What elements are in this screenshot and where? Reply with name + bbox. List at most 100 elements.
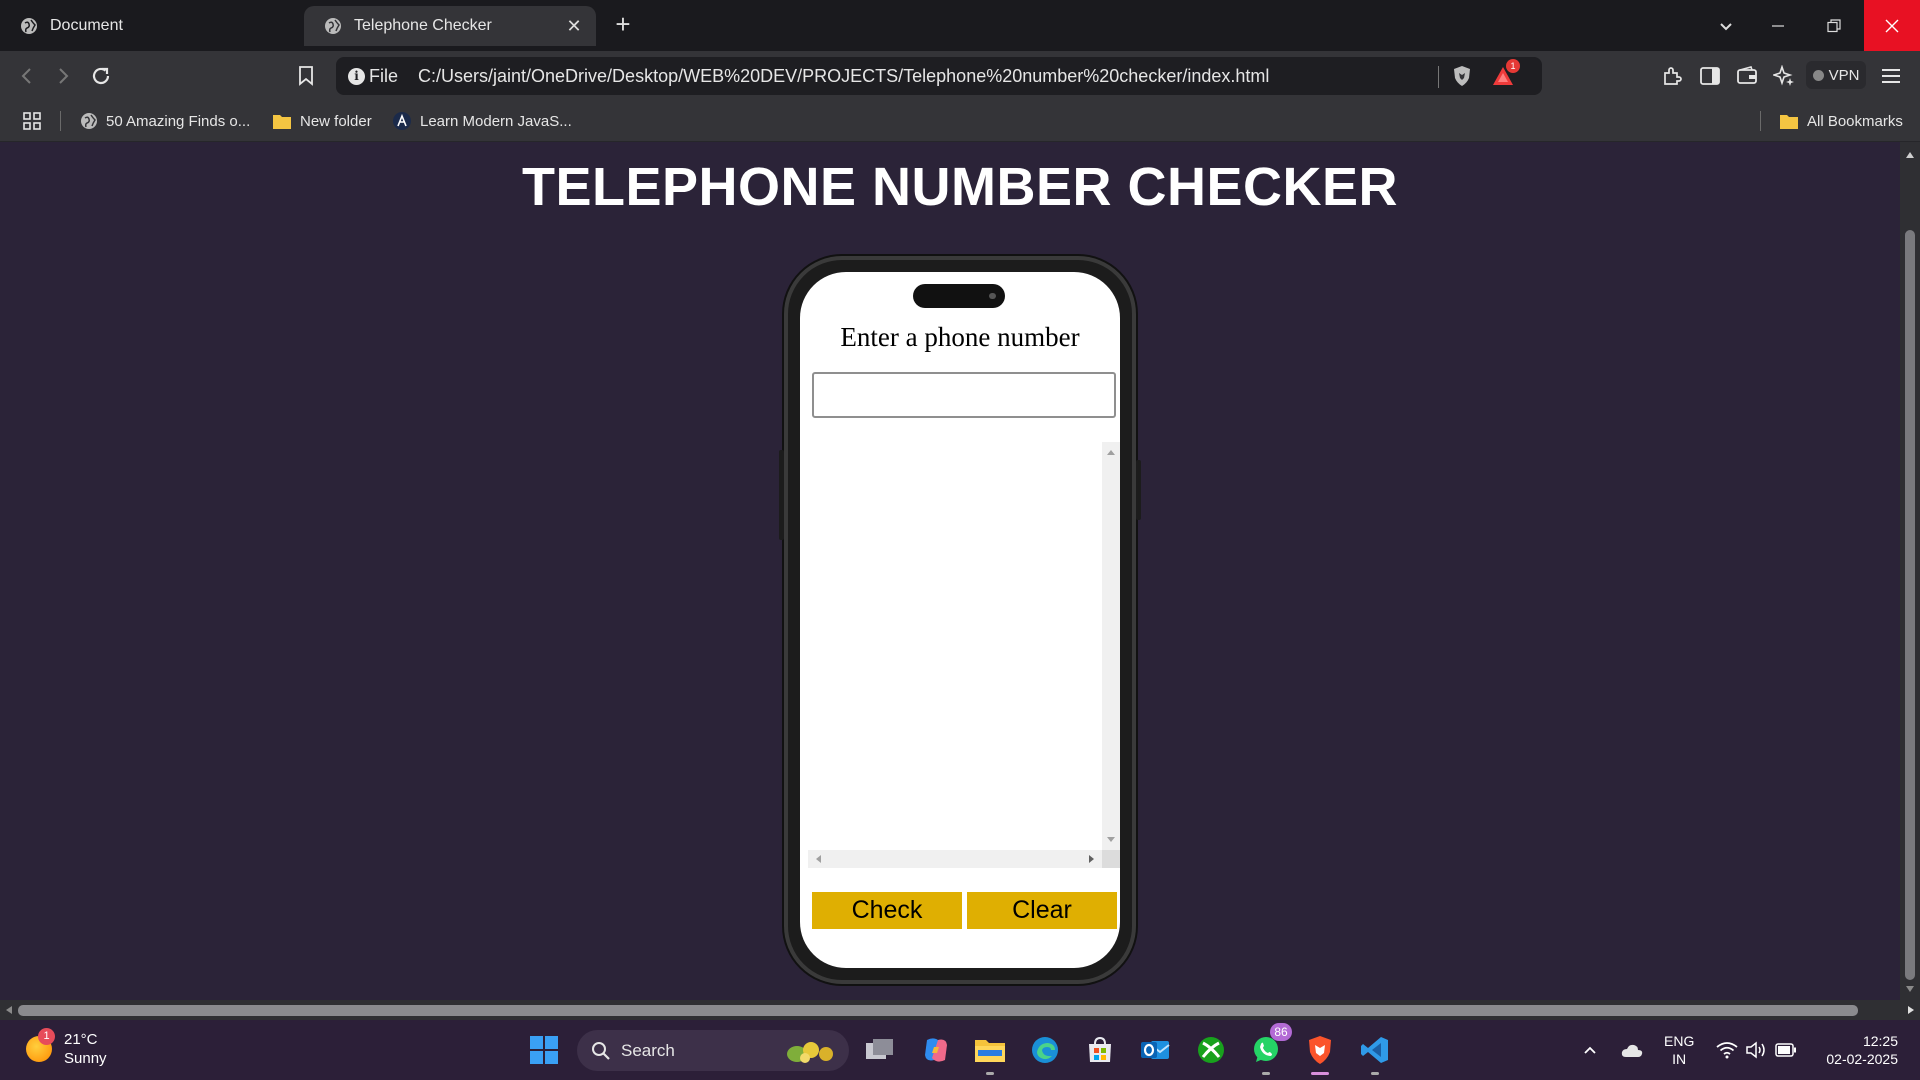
weather-badge: 1 xyxy=(38,1028,55,1045)
restore-button[interactable] xyxy=(1806,0,1862,51)
extensions-icon[interactable] xyxy=(1660,64,1684,88)
brave-shields-icon[interactable] xyxy=(1451,65,1473,87)
results-div[interactable] xyxy=(808,442,1120,868)
dynamic-island xyxy=(913,284,1005,308)
bookmark-label: Learn Modern JavaS... xyxy=(420,112,572,130)
scroll-thumb[interactable] xyxy=(1905,230,1915,980)
scroll-down-icon[interactable] xyxy=(1107,837,1115,842)
bookmark-label: New folder xyxy=(300,112,372,130)
edge-icon[interactable] xyxy=(1027,1032,1063,1068)
bookmark-label: 50 Amazing Finds o... xyxy=(106,112,251,130)
onedrive-icon[interactable] xyxy=(1620,1020,1644,1080)
site-icon xyxy=(393,112,411,130)
start-button[interactable] xyxy=(526,1032,562,1068)
weather-temp: 21°C xyxy=(64,1031,98,1048)
folder-icon xyxy=(273,114,291,129)
folder-icon xyxy=(1780,114,1798,129)
show-hidden-icons-chevron-icon[interactable] xyxy=(1582,1020,1598,1080)
vscode-icon[interactable] xyxy=(1357,1032,1393,1075)
check-button[interactable]: Check xyxy=(812,892,962,929)
language-indicator[interactable]: ENG IN xyxy=(1664,1020,1694,1080)
scroll-up-icon[interactable] xyxy=(1107,450,1115,455)
back-button[interactable] xyxy=(14,63,40,89)
outlook-icon[interactable] xyxy=(1137,1032,1173,1068)
menu-icon[interactable] xyxy=(1879,64,1903,88)
battery-icon[interactable] xyxy=(1775,1020,1797,1080)
wifi-icon[interactable] xyxy=(1716,1020,1738,1080)
scroll-left-icon[interactable] xyxy=(6,1006,12,1014)
phone-screen: Enter a phone number Check Clear xyxy=(800,272,1120,968)
wallet-icon[interactable] xyxy=(1735,64,1759,88)
page-vertical-scrollbar[interactable] xyxy=(1900,142,1920,1000)
xbox-icon[interactable] xyxy=(1193,1032,1229,1068)
results-horizontal-scrollbar[interactable] xyxy=(808,850,1102,868)
all-bookmarks[interactable]: All Bookmarks xyxy=(1779,109,1903,133)
whatsapp-icon[interactable]: 86 xyxy=(1248,1023,1292,1075)
microsoft-store-icon[interactable] xyxy=(1082,1032,1118,1068)
tab-search-chevron-icon[interactable] xyxy=(1698,0,1754,51)
page-horizontal-scrollbar[interactable] xyxy=(0,1000,1920,1020)
sidebar-icon[interactable] xyxy=(1698,64,1722,88)
address-bar[interactable]: i File C:/Users/jaint/OneDrive/Desktop/W… xyxy=(336,57,1542,95)
close-window-button[interactable] xyxy=(1864,0,1920,51)
search-label: Search xyxy=(621,1040,675,1060)
tab-telephone-checker[interactable]: Telephone Checker ✕ xyxy=(304,6,596,46)
url-text[interactable]: C:/Users/jaint/OneDrive/Desktop/WEB%20DE… xyxy=(418,66,1269,87)
globe-icon xyxy=(21,18,37,34)
running-indicator xyxy=(1371,1072,1379,1075)
bookmark-icon[interactable] xyxy=(293,63,319,89)
taskbar-search[interactable]: Search xyxy=(577,1030,849,1071)
scroll-right-icon[interactable] xyxy=(1089,855,1094,863)
clear-button[interactable]: Clear xyxy=(967,892,1117,929)
page-viewport: TELEPHONE NUMBER CHECKER Enter a phone n… xyxy=(0,142,1900,1000)
apps-grid-icon[interactable] xyxy=(22,109,42,133)
sun-icon: 1 xyxy=(26,1028,55,1062)
phone-number-input[interactable] xyxy=(812,372,1116,418)
minimize-button[interactable] xyxy=(1750,0,1806,51)
tab-title: Document xyxy=(50,17,123,34)
bookmark-item[interactable]: New folder xyxy=(272,109,372,133)
language-line-1: ENG xyxy=(1664,1033,1695,1049)
phone-side-button xyxy=(1136,460,1141,520)
tab-strip: Document Telephone Checker ✕ + xyxy=(0,0,1920,51)
search-highlight-icon xyxy=(787,1042,833,1063)
windows-taskbar: 1 21°C Sunny Search 86 ENG IN 12:25 02-0… xyxy=(0,1020,1920,1080)
scroll-up-icon[interactable] xyxy=(1906,152,1914,158)
copilot-icon[interactable] xyxy=(918,1032,954,1068)
scroll-corner xyxy=(1102,850,1120,868)
brave-browser-icon[interactable] xyxy=(1302,1032,1338,1075)
bookmark-item[interactable]: 50 Amazing Finds o... xyxy=(80,109,250,133)
leo-ai-icon[interactable] xyxy=(1772,64,1796,88)
divider xyxy=(1760,111,1761,131)
bookmarks-bar: 50 Amazing Finds o... New folder Learn M… xyxy=(0,100,1920,142)
active-indicator xyxy=(1311,1072,1329,1075)
scroll-right-icon[interactable] xyxy=(1908,1006,1914,1014)
bookmark-item[interactable]: Learn Modern JavaS... xyxy=(392,109,572,133)
windows-icon xyxy=(530,1036,558,1064)
results-vertical-scrollbar[interactable] xyxy=(1102,442,1120,850)
clock-date: 02-02-2025 xyxy=(1826,1051,1898,1067)
new-tab-button[interactable]: + xyxy=(610,11,636,38)
weather-widget[interactable]: 1 21°C Sunny xyxy=(26,1028,107,1068)
forward-button[interactable] xyxy=(50,63,76,89)
tab-title: Telephone Checker xyxy=(354,17,492,34)
task-view-icon[interactable] xyxy=(862,1032,898,1068)
clock[interactable]: 12:25 02-02-2025 xyxy=(1818,1020,1898,1080)
scroll-left-icon[interactable] xyxy=(816,855,821,863)
file-explorer-icon[interactable] xyxy=(972,1032,1008,1075)
weather-condition: Sunny xyxy=(64,1050,107,1067)
scroll-thumb[interactable] xyxy=(18,1005,1858,1016)
phone-frame: Enter a phone number Check Clear xyxy=(779,256,1141,984)
scheme-label: File xyxy=(369,66,399,86)
site-info-icon[interactable]: i xyxy=(348,68,365,85)
scroll-down-icon[interactable] xyxy=(1906,986,1914,992)
volume-icon[interactable] xyxy=(1745,1020,1767,1080)
close-tab-icon[interactable]: ✕ xyxy=(564,16,584,36)
phone-side-button xyxy=(779,450,784,540)
vpn-label: VPN xyxy=(1828,66,1860,84)
vpn-button[interactable]: VPN xyxy=(1806,61,1866,89)
language-line-2: IN xyxy=(1672,1051,1687,1067)
reload-button[interactable] xyxy=(88,63,114,89)
tab-document[interactable]: Document xyxy=(0,6,300,46)
brave-rewards-icon[interactable]: 1 xyxy=(1492,59,1520,87)
